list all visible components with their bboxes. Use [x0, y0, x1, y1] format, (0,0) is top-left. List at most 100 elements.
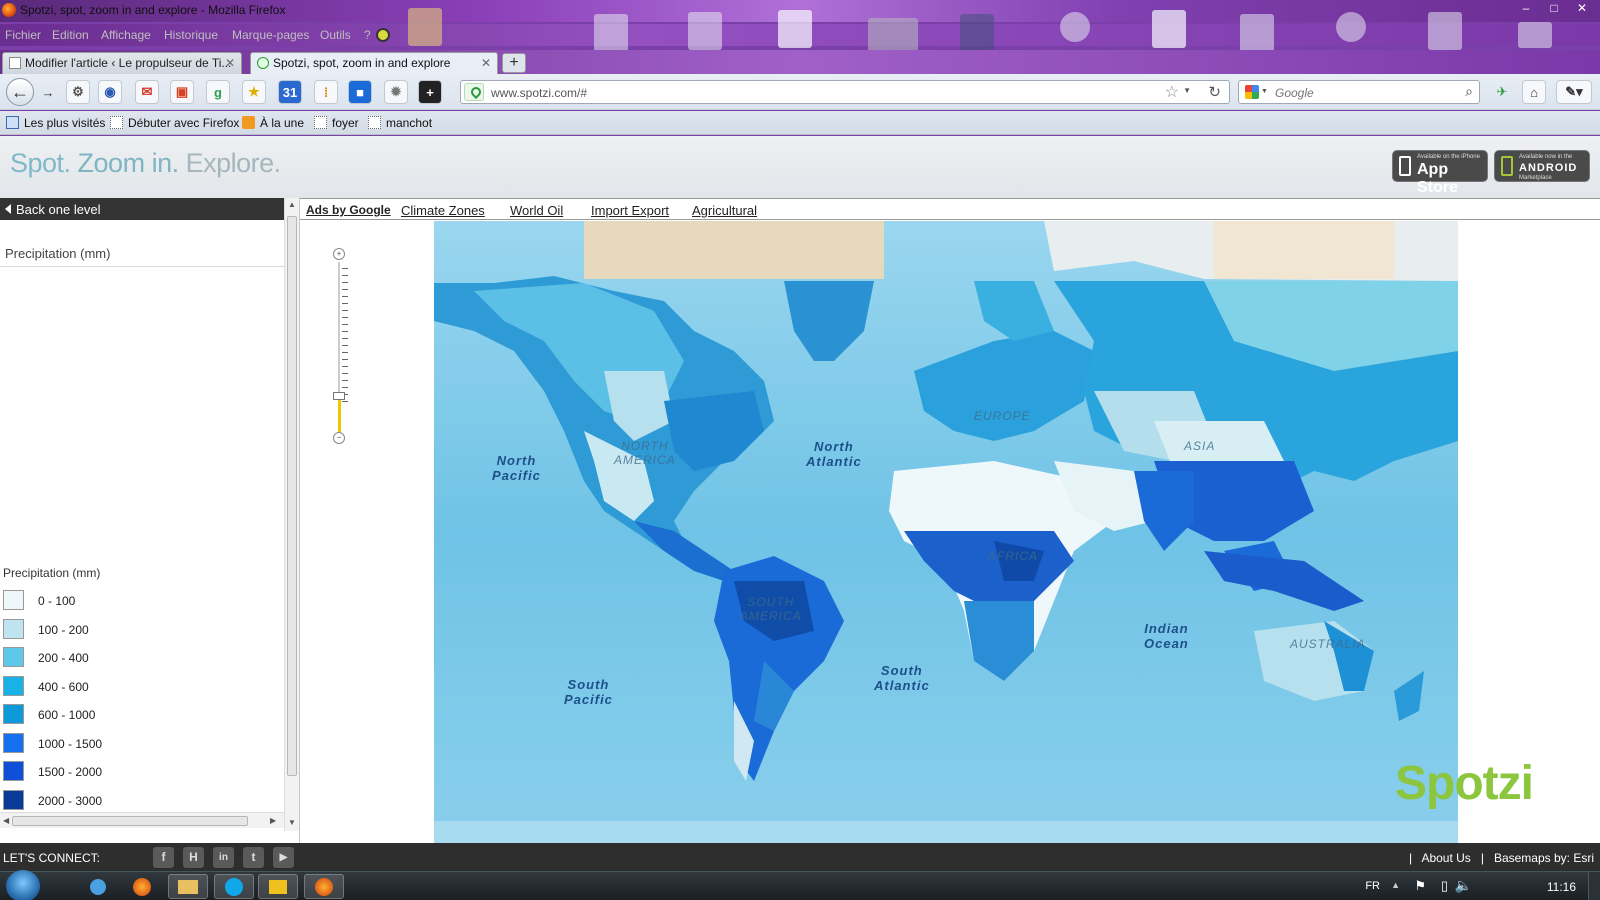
scroll-left-icon[interactable]: ◀	[3, 816, 9, 825]
taskbar-explorer-icon[interactable]	[168, 874, 208, 899]
menu-marque-pages[interactable]: Marque-pages	[232, 28, 309, 42]
back-one-level-button[interactable]: Back one level	[0, 198, 284, 220]
language-indicator[interactable]: FR	[1365, 880, 1380, 892]
scroll-thumb[interactable]	[287, 216, 297, 776]
close-tab-icon[interactable]: ✕	[481, 56, 491, 70]
addon-star-icon[interactable]: ★	[242, 80, 266, 104]
bookmark-getting-started[interactable]: Débuter avec Firefox	[110, 116, 239, 130]
tools-menu-icon[interactable]: ✎▾	[1556, 80, 1592, 104]
clock[interactable]: 11:16	[1547, 880, 1576, 894]
tab-spotzi[interactable]: Spotzi, spot, zoom in and explore ✕	[250, 52, 498, 74]
desktop-text-icon[interactable]	[1152, 10, 1186, 48]
site-tagline[interactable]: Spot. Zoom in. Explore.	[10, 148, 281, 179]
bookmark-manchot[interactable]: manchot	[368, 116, 432, 130]
desktop-file-icon[interactable]	[594, 14, 628, 52]
precipitation-map[interactable]: North Pacific North Atlantic South Pacific …	[434, 221, 1458, 843]
bookmark-headlines[interactable]: À la une	[242, 116, 304, 130]
scroll-down-icon[interactable]: ▼	[288, 818, 296, 827]
bookmark-most-visited[interactable]: Les plus visités	[6, 116, 105, 130]
linkedin-icon[interactable]: in	[213, 847, 234, 868]
climate-zones-link[interactable]: Climate Zones	[401, 203, 485, 218]
menu-edition[interactable]: Edition	[52, 28, 89, 42]
panel-horizontal-scrollbar[interactable]: ◀ ▶	[0, 812, 284, 828]
about-us-link[interactable]: About Us	[1421, 851, 1470, 865]
extension-icon[interactable]	[376, 28, 390, 42]
desktop-document-icon[interactable]	[778, 10, 812, 48]
start-button[interactable]	[6, 870, 40, 900]
desktop-program-icon[interactable]	[960, 14, 994, 52]
close-window-button[interactable]: ✕	[1570, 0, 1594, 16]
battery-icon[interactable]: ▯	[1441, 878, 1448, 894]
bookmark-star-icon[interactable]: ☆	[1165, 82, 1179, 102]
settings-gear-icon[interactable]: ✹	[384, 80, 408, 104]
menu-affichage[interactable]: Affichage	[101, 28, 151, 42]
menu-help[interactable]: ?	[364, 28, 371, 42]
home-icon[interactable]: ⌂	[1522, 80, 1546, 104]
menu-fichier[interactable]: Fichier	[5, 28, 41, 42]
twitter-icon[interactable]: t	[243, 847, 264, 868]
add-icon[interactable]: +	[418, 80, 442, 104]
addon-square-icon[interactable]: ▣	[170, 80, 194, 104]
app-store-badge[interactable]: Available on the iPhone App Store	[1392, 150, 1488, 196]
minimize-button[interactable]: –	[1514, 0, 1538, 16]
google-icon[interactable]	[1245, 85, 1259, 99]
addon-circle-icon[interactable]: ◉	[98, 80, 122, 104]
zoom-slider[interactable]: + −	[330, 248, 350, 448]
show-desktop-button[interactable]	[1588, 872, 1600, 900]
zoom-in-icon[interactable]: +	[333, 248, 345, 260]
zoom-handle[interactable]	[333, 392, 345, 400]
tray-expand-icon[interactable]: ▲	[1391, 880, 1400, 890]
taskbar-skype-icon[interactable]	[214, 874, 254, 899]
history-dropdown-icon[interactable]: ▼	[1183, 86, 1191, 95]
close-tab-icon[interactable]: ✕	[225, 56, 235, 70]
addon-bars-icon[interactable]: ⁞	[314, 80, 338, 104]
addon-blue-icon[interactable]: ■	[348, 80, 372, 104]
zoom-out-icon[interactable]: −	[333, 432, 345, 444]
volume-icon[interactable]: 🔈	[1455, 877, 1472, 894]
desktop-app-icon[interactable]	[688, 12, 722, 50]
back-button[interactable]: ←	[6, 78, 34, 106]
forward-button[interactable]: →	[36, 80, 60, 104]
panel-vertical-scrollbar[interactable]: ▲ ▼	[284, 198, 299, 831]
reload-icon[interactable]: ↻	[1208, 83, 1221, 101]
menu-historique[interactable]: Historique	[164, 28, 218, 42]
world-oil-link[interactable]: World Oil	[510, 203, 563, 218]
taskbar-ie-icon[interactable]	[78, 874, 118, 899]
maximize-button[interactable]: □	[1542, 0, 1566, 16]
hscroll-thumb[interactable]	[12, 816, 248, 826]
url-bar[interactable]: www.spotzi.com/# ☆ ▼ ↻	[460, 80, 1230, 104]
agricultural-link[interactable]: Agricultural	[692, 203, 757, 218]
calendar-icon[interactable]: 31	[278, 80, 302, 104]
menu-outils[interactable]: Outils	[320, 28, 351, 42]
hyves-icon[interactable]: H	[183, 847, 204, 868]
android-market-badge[interactable]: Available now in the ANDROID Marketplace	[1494, 150, 1590, 182]
site-identity-icon[interactable]	[464, 83, 484, 101]
engine-dropdown-icon[interactable]: ▼	[1261, 88, 1268, 95]
new-tab-button[interactable]: +	[502, 53, 526, 73]
gmail-icon[interactable]: ✉	[135, 80, 159, 104]
spotzi-logo[interactable]: Spotzi	[1395, 756, 1534, 811]
bookmark-foyer[interactable]: foyer	[314, 116, 359, 130]
ads-by-google-link[interactable]: Ads by Google	[306, 203, 391, 217]
addon-green-icon[interactable]: ✈	[1490, 80, 1514, 104]
youtube-icon[interactable]: ▶	[273, 847, 294, 868]
google-addon-icon[interactable]: g	[206, 80, 230, 104]
desktop-folder-icon[interactable]	[408, 8, 442, 46]
scroll-right-icon[interactable]: ▶	[270, 816, 276, 825]
search-icon[interactable]: ⌕	[1465, 83, 1473, 100]
desktop-disc-icon[interactable]	[1060, 12, 1090, 42]
desktop-disc2-icon[interactable]	[1336, 12, 1366, 42]
action-center-flag-icon[interactable]: ⚑	[1414, 878, 1426, 894]
desktop-media-icon[interactable]	[1240, 14, 1274, 52]
taskbar-firefox-active-icon[interactable]	[304, 874, 344, 899]
desktop-doc2-icon[interactable]	[1428, 12, 1462, 50]
addon-gear-icon[interactable]: ⚙	[66, 80, 90, 104]
import-export-link[interactable]: Import Export	[591, 203, 669, 218]
search-bar[interactable]: ▼ Google ⌕	[1238, 80, 1480, 104]
taskbar-firefox-icon[interactable]	[122, 874, 162, 899]
tab-modifier-article[interactable]: Modifier l'article ‹ Le propulseur de Ti…	[2, 52, 242, 74]
facebook-icon[interactable]: f	[153, 847, 174, 868]
desktop-mail-icon[interactable]	[1518, 22, 1552, 48]
scroll-up-icon[interactable]: ▲	[288, 200, 296, 209]
taskbar-mail-icon[interactable]	[258, 874, 298, 899]
